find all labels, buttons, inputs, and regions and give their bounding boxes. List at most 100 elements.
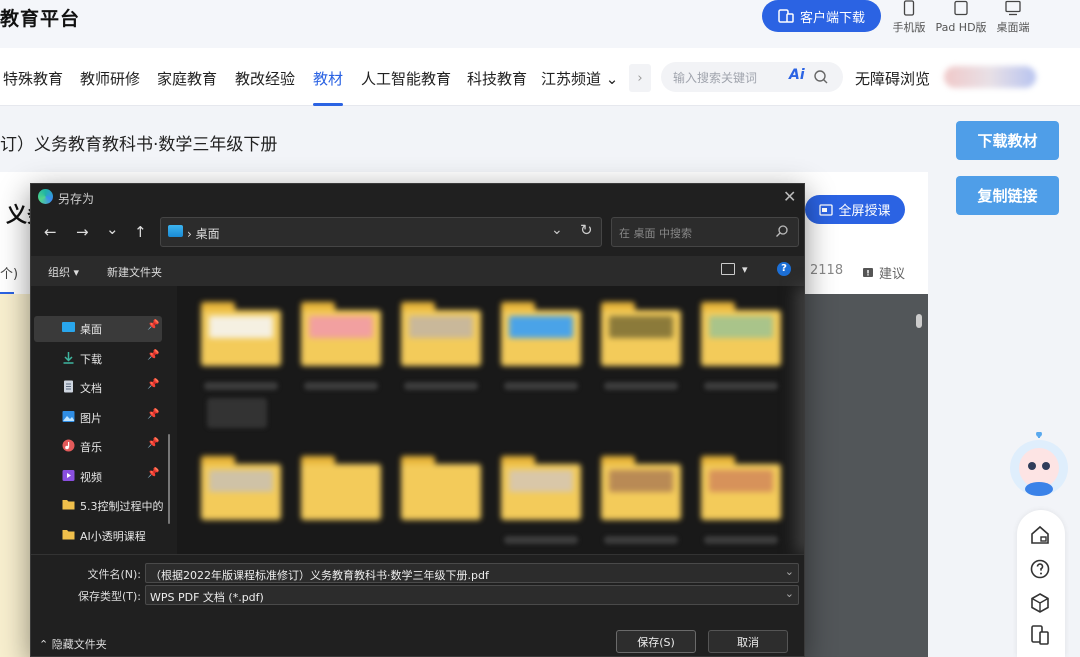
cube-icon[interactable] xyxy=(1029,592,1051,614)
tree-item-videos[interactable]: 视频 📌 xyxy=(34,464,162,490)
pin-icon: 📌 xyxy=(147,320,160,331)
new-folder-button[interactable]: 新建文件夹 xyxy=(107,264,162,280)
picture-icon xyxy=(62,411,75,422)
nav-item-special-education[interactable]: 特殊教育 xyxy=(3,68,63,89)
client-download-label: 客户端下载 xyxy=(799,10,865,26)
tab-count-label[interactable]: 个) xyxy=(0,263,18,282)
tree-item-label: 5.3控制过程中的 xyxy=(80,500,164,513)
filetype-value[interactable]: WPS PDF 文档 (*.pdf) xyxy=(150,591,264,604)
forward-arrow-icon[interactable]: → xyxy=(76,223,89,241)
up-arrow-icon[interactable]: ↑ xyxy=(134,223,147,241)
tree-item-downloads[interactable]: 下载 📌 xyxy=(34,346,162,372)
blurred-folder[interactable] xyxy=(501,456,581,520)
chevron-down-icon[interactable]: ⌄ xyxy=(785,565,794,578)
device-desktop[interactable]: 桌面端 xyxy=(985,0,1041,35)
view-options-icon[interactable] xyxy=(721,263,735,275)
device-phone[interactable]: 手机版 xyxy=(881,0,937,35)
nav-active-underline xyxy=(313,103,343,106)
navigation-scrollbar[interactable] xyxy=(168,434,170,524)
blurred-folder[interactable] xyxy=(601,302,681,366)
tree-item-music[interactable]: 音乐 📌 xyxy=(34,434,162,460)
tree-item-label: 文档 xyxy=(80,382,102,395)
devices-switch-icon[interactable] xyxy=(1029,624,1051,646)
blurred-folder[interactable] xyxy=(701,456,781,520)
nav-item-teacher-training[interactable]: 教师研修 xyxy=(80,68,140,89)
blurred-folder[interactable] xyxy=(501,302,581,366)
user-avatar-blurred[interactable] xyxy=(944,66,1036,88)
blurred-folder[interactable] xyxy=(301,302,381,366)
blurred-folder[interactable] xyxy=(301,456,381,520)
hide-folders-toggle[interactable]: ⌃ 隐藏文件夹 xyxy=(39,636,107,652)
help-icon[interactable] xyxy=(1029,558,1051,580)
nav-item-family-education[interactable]: 家庭教育 xyxy=(157,68,217,89)
filetype-select[interactable]: WPS PDF 文档 (*.pdf) ⌄ xyxy=(145,585,799,605)
folder-icon xyxy=(62,530,75,540)
suggest-button[interactable]: 建议 xyxy=(862,263,905,282)
nav-item-textbooks[interactable]: 教材 xyxy=(313,68,343,89)
device-pad[interactable]: Pad HD版 xyxy=(933,0,989,35)
accessibility-link[interactable]: 无障碍浏览 xyxy=(855,68,930,89)
filetype-label: 保存类型(T): xyxy=(77,590,141,603)
blurred-folder[interactable] xyxy=(701,302,781,366)
dialog-search-box[interactable]: 在 桌面 中搜索 xyxy=(611,217,799,247)
file-list[interactable] xyxy=(177,286,804,554)
nav-item-ai-education[interactable]: 人工智能教育 xyxy=(361,68,451,89)
tree-item-pictures[interactable]: 图片 📌 xyxy=(34,405,162,431)
refresh-icon[interactable]: ↻ xyxy=(580,221,593,239)
download-textbook-button[interactable]: 下载教材 xyxy=(956,121,1059,160)
home-icon[interactable] xyxy=(1029,524,1051,546)
ai-search-icon[interactable]: Ai xyxy=(789,67,805,83)
address-path[interactable]: › 桌面 xyxy=(187,225,220,242)
blurred-folder[interactable] xyxy=(401,456,481,520)
help-icon[interactable]: ? xyxy=(777,262,791,276)
filename-value[interactable]: （根据2022年版课程标准修订）义务教育教科书·数学三年级下册.pdf xyxy=(150,569,489,582)
blurred-folder[interactable] xyxy=(401,302,481,366)
copy-link-button[interactable]: 复制链接 xyxy=(956,176,1059,215)
assistant-mascot-icon[interactable] xyxy=(1008,432,1070,498)
search-icon[interactable] xyxy=(775,224,789,238)
tree-item-documents[interactable]: 文档 📌 xyxy=(34,375,162,401)
blurred-label xyxy=(404,382,478,390)
dialog-search-input[interactable]: 在 桌面 中搜索 xyxy=(619,225,692,241)
fullscreen-teaching-label: 全屏授课 xyxy=(838,204,891,219)
search-box[interactable]: 输入搜索关键词 Ai xyxy=(661,62,843,92)
close-icon[interactable]: ✕ xyxy=(783,187,796,206)
tree-item-label: 图片 xyxy=(80,412,102,425)
blurred-label xyxy=(207,398,267,428)
tablet-icon xyxy=(954,0,968,16)
client-download-button[interactable]: 客户端下载 xyxy=(762,0,881,32)
viewer-scrollbar[interactable] xyxy=(916,314,922,328)
back-arrow-icon[interactable]: ← xyxy=(44,223,57,241)
top-header: 教育平台 客户端下载 手机版 Pad HD版 桌面端 xyxy=(0,0,1080,48)
search-input[interactable]: 输入搜索关键词 xyxy=(673,69,757,86)
nav-item-tech-education[interactable]: 科技教育 xyxy=(467,68,527,89)
feedback-icon xyxy=(863,267,873,277)
organize-menu[interactable]: 组织 ▾ xyxy=(48,264,79,280)
recent-dropdown-icon[interactable]: ⌄ xyxy=(106,220,119,238)
search-icon[interactable] xyxy=(813,69,829,85)
dialog-footer: 文件名(N): （根据2022年版课程标准修订）义务教育教科书·数学三年级下册.… xyxy=(31,554,804,656)
tree-item-folder-5-3[interactable]: 5.3控制过程中的 xyxy=(34,493,164,519)
chevron-down-icon[interactable]: ⌄ xyxy=(785,587,794,600)
address-bar[interactable]: › 桌面 ⌄ xyxy=(160,217,602,247)
site-brand[interactable]: 教育平台 xyxy=(0,4,80,31)
blurred-folder[interactable] xyxy=(601,456,681,520)
tree-item-desktop[interactable]: 桌面 📌 xyxy=(34,316,162,342)
filename-input[interactable]: （根据2022年版课程标准修订）义务教育教科书·数学三年级下册.pdf ⌄ xyxy=(145,563,799,583)
save-button[interactable]: 保存(S) xyxy=(616,630,696,653)
cancel-button[interactable]: 取消 xyxy=(708,630,788,653)
tree-item-label: AI小透明课程 xyxy=(80,530,146,543)
address-dropdown-icon[interactable]: ⌄ xyxy=(551,222,563,238)
blurred-folder[interactable] xyxy=(201,456,281,520)
nav-item-jiangsu-channel[interactable]: 江苏频道 ⌄ xyxy=(541,68,618,89)
nav-item-reform-experience[interactable]: 教改经验 xyxy=(235,68,295,89)
music-icon xyxy=(62,439,75,452)
tree-item-folder-ai-course[interactable]: AI小透明课程 xyxy=(34,523,162,549)
dialog-title: 另存为 xyxy=(58,192,95,206)
device-desktop-label: 桌面端 xyxy=(996,21,1030,34)
view-dropdown-icon[interactable]: ▾ xyxy=(742,263,748,276)
tree-item-label: 下载 xyxy=(80,353,102,366)
fullscreen-teaching-button[interactable]: 全屏授课 xyxy=(805,195,905,224)
blurred-folder[interactable] xyxy=(201,302,281,366)
nav-more-arrow[interactable]: › xyxy=(629,64,651,92)
